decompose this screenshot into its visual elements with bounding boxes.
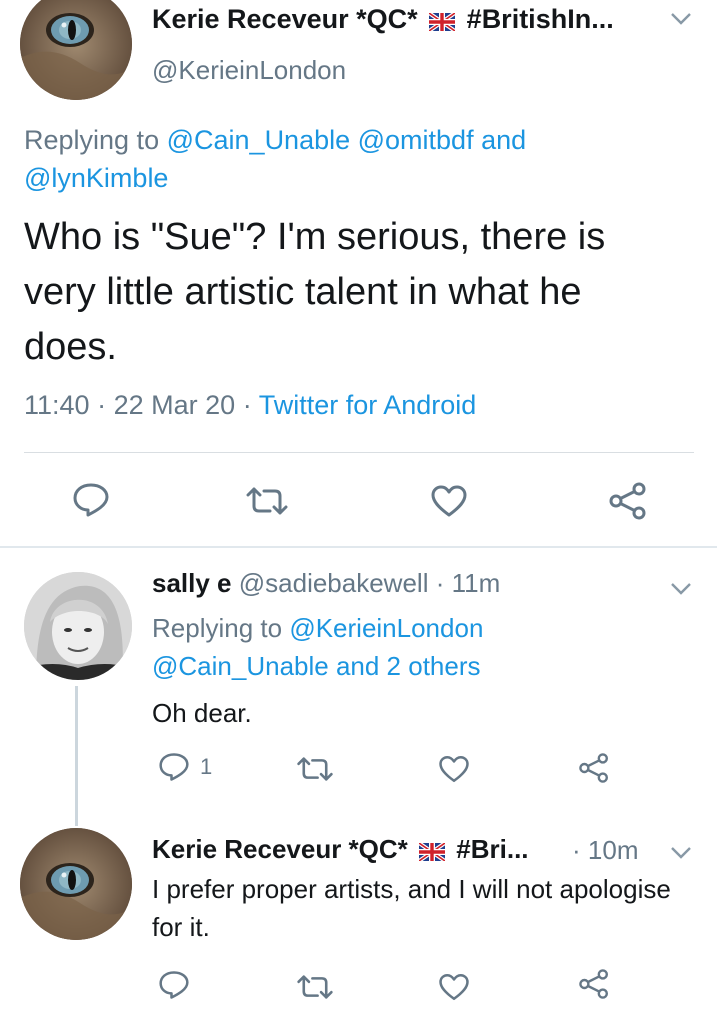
section-divider [0,546,717,548]
share-icon [579,969,608,999]
reply-time: 10m [587,835,639,865]
retweet-icon [297,757,333,781]
tweet-time: 11:40 [24,390,90,420]
like-button[interactable] [430,484,468,518]
share-button[interactable] [578,968,610,1000]
retweet-icon [246,487,288,515]
retweet-button[interactable] [296,974,334,1000]
reply-text: Oh dear. [152,698,252,728]
uk-flag-icon [429,13,456,31]
retweet-button[interactable] [296,756,334,782]
reply-author-line[interactable]: sally e @sadiebakewell · 11m [152,568,500,599]
tweet-meta: 11:40 · 22 Mar 20 · Twitter for Android [24,390,477,420]
reply-author-line[interactable]: Kerie Receveur *QC* #Bri... [152,834,529,865]
replying-to: Replying to @Cain_Unable @omitbdf and @l… [24,125,527,193]
retweet-icon [297,975,333,999]
reply-icon [73,483,109,517]
reply-count: 1 [200,754,213,779]
author-name: Kerie Receveur *QC* [152,4,418,34]
mention-link[interactable]: @Cain_Unable @omitbdf [167,125,474,155]
reply-icon [159,971,189,999]
reply-author-hashtag: #Bri... [456,834,529,864]
author-name-line[interactable]: Kerie Receveur *QC* #BritishIn... [152,4,614,35]
heart-icon [431,485,467,517]
reply-button[interactable] [158,970,190,1000]
replying-to: Replying to @KerieinLondon @Cain_Unable … [152,613,484,681]
divider [24,452,694,453]
retweet-button[interactable] [245,486,289,516]
chevron-down-icon[interactable] [670,846,692,860]
heart-icon [439,973,469,1001]
heart-icon [439,755,469,783]
thread-connector [75,686,78,826]
mention-link[interactable]: @KerieinLondon [289,613,483,643]
like-button[interactable] [438,754,470,784]
reply-author-avatar[interactable] [20,828,132,940]
share-button[interactable] [578,752,610,784]
reply-text: I prefer proper artists, and I will not … [152,874,671,942]
tweet-source[interactable]: Twitter for Android [259,390,477,420]
share-button[interactable] [608,482,648,520]
reply-time: 11m [451,568,501,598]
reply-button[interactable]: 1 [158,752,212,782]
author-hashtag: #BritishIn... [466,4,614,34]
share-icon [609,482,646,520]
reply-button[interactable] [72,482,110,518]
reply-author-handle: @sadiebakewell [238,568,429,598]
tweet-thread: Kerie Receveur *QC* #BritishIn... @Kerie… [0,0,717,1024]
mention-link[interactable]: @Cain_Unable and 2 others [152,651,481,681]
author-handle[interactable]: @KerieinLondon [152,55,346,86]
reply-icon [159,753,189,781]
tweet-text: Who is "Sue"? I'm serious, there is very… [24,216,606,368]
like-button[interactable] [438,972,470,1002]
share-icon [579,753,608,783]
reply-author-name: Kerie Receveur *QC* [152,834,408,864]
author-avatar[interactable] [20,0,132,100]
chevron-down-icon[interactable] [670,582,692,596]
uk-flag-icon [419,843,446,861]
reply-author-avatar[interactable] [24,572,132,680]
reply-time-line: · 10m [572,835,639,865]
reply-author-name: sally e [152,568,232,598]
mention-link[interactable]: @lynKimble [24,163,168,193]
tweet-date: 22 Mar 20 [113,390,236,420]
chevron-down-icon[interactable] [670,12,692,26]
